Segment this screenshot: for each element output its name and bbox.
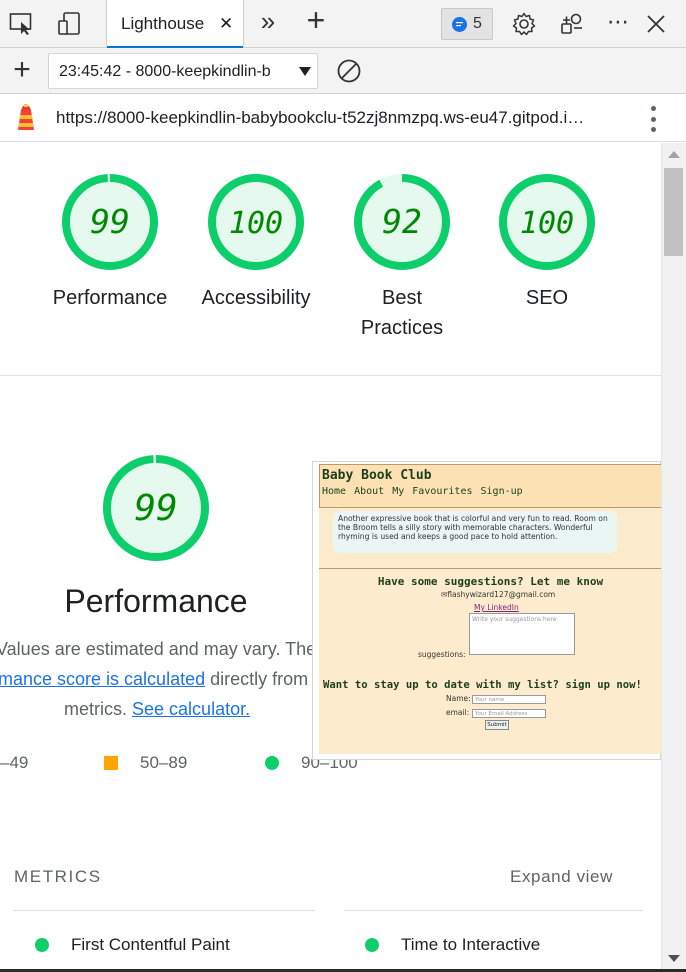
metric-time-to-interactive: Time to Interactive	[365, 935, 540, 955]
gauge-accessibility[interactable]: 100 Accessibility	[191, 173, 321, 313]
gauge-label: Best Practices	[360, 287, 444, 339]
screenshot-nav-links: Home About My Favourites Sign-up	[322, 486, 523, 497]
legend-fail: –49	[0, 753, 28, 773]
screenshot-email-label: email:	[446, 708, 470, 717]
gauge-label: Accessibility	[201, 287, 311, 309]
screenshot-textarea: Write your suggestions here	[469, 613, 575, 655]
performance-description-line2: mance score is calculated directly from …	[0, 669, 318, 690]
green-circle-icon	[265, 756, 279, 770]
orange-square-icon	[104, 756, 118, 770]
legend-average-range: 50–89	[140, 753, 188, 772]
screenshot-suggestions-label: suggestions:	[418, 650, 466, 659]
screenshot-divider	[319, 568, 661, 569]
gauge-best-practices[interactable]: 92 Best Practices	[337, 173, 467, 343]
customize-devtools-icon[interactable]	[558, 10, 586, 38]
metric-label: First Contentful Paint	[71, 935, 230, 954]
metric-divider	[13, 910, 315, 911]
report-url: https://8000-keepkindlin-babybookclu-t52…	[56, 108, 585, 127]
screenshot-email: ✉flashywizard127@gmail.com	[441, 590, 556, 599]
issues-count: 5	[473, 15, 482, 32]
dropdown-arrow-icon	[299, 67, 311, 76]
chat-bubble-icon	[452, 16, 468, 32]
screenshot-page: Baby Book Club Home About My Favourites …	[319, 464, 661, 754]
lighthouse-report: 99 Performance 100 Accessibility 92 Best…	[0, 143, 661, 972]
gauge-label: Performance	[52, 287, 168, 309]
gauge-ring: 92	[354, 174, 450, 270]
score-calculation-link[interactable]: mance score is calculated	[0, 669, 205, 689]
gauge-label: SEO	[525, 287, 569, 309]
settings-gear-icon[interactable]	[510, 10, 538, 38]
pass-circle-icon	[365, 938, 379, 952]
report-menu-icon[interactable]	[646, 106, 660, 132]
screenshot-suggest-heading: Have some suggestions? Let me know	[377, 575, 604, 588]
gauge-value: 100	[520, 206, 574, 241]
metric-divider	[344, 910, 643, 911]
lighthouse-toolbar: + 23:45:42 - 8000-keepkindlin-b	[0, 48, 686, 94]
performance-description-line3: metrics. See calculator.	[64, 699, 250, 720]
screenshot-name-label: Name:	[446, 694, 471, 703]
devtools-tab-strip: Lighthouse ✕ » + 5 ⋯	[0, 0, 686, 48]
final-screenshot[interactable]: Baby Book Club Home About My Favourites …	[312, 461, 661, 760]
report-url-bar: https://8000-keepkindlin-babybookclu-t52…	[0, 94, 686, 142]
scroll-up-arrow-icon[interactable]	[668, 151, 680, 158]
metric-label: Time to Interactive	[401, 935, 541, 954]
metrics-heading: METRICS	[14, 867, 102, 886]
clear-all-icon[interactable]	[335, 57, 363, 85]
close-devtools-icon[interactable]	[642, 10, 670, 38]
performance-score: 99	[134, 488, 177, 529]
close-tab-icon[interactable]: ✕	[219, 14, 233, 34]
new-report-icon[interactable]: +	[8, 53, 36, 86]
add-tab-icon[interactable]: +	[302, 2, 330, 38]
performance-title: Performance	[64, 583, 248, 619]
description-text: metrics.	[64, 699, 127, 719]
tab-lighthouse-label: Lighthouse	[121, 14, 205, 33]
device-toolbar-icon[interactable]	[56, 10, 84, 38]
gauge-ring: 100	[499, 174, 595, 270]
screenshot-signup-heading: Want to stay up to date with my list? si…	[323, 679, 642, 691]
screenshot-email-input: Your Email Address	[472, 709, 546, 718]
legend-fail-range: –49	[0, 753, 29, 772]
gauge-ring: 100	[208, 174, 304, 270]
screenshot-name-input: Your name	[472, 695, 546, 704]
gauge-value: 99	[90, 202, 130, 241]
report-select[interactable]: 23:45:42 - 8000-keepkindlin-b	[48, 53, 318, 89]
expand-view-button[interactable]: Expand view	[510, 867, 613, 887]
screenshot-submit: Submit	[485, 720, 509, 730]
see-calculator-link[interactable]: See calculator.	[132, 699, 250, 719]
gauge-performance[interactable]: 99 Performance	[45, 173, 175, 313]
screenshot-brand: Baby Book Club	[322, 468, 432, 483]
gauge-seo[interactable]: 100 SEO	[482, 173, 612, 313]
gauge-value: 92	[382, 202, 422, 241]
screenshot-book-card: Another expressive book that is colorful…	[333, 511, 617, 553]
section-divider	[0, 375, 661, 376]
more-tabs-icon[interactable]: »	[254, 6, 282, 36]
gauge-value: 100	[229, 206, 283, 241]
screenshot-navbar: Baby Book Club Home About My Favourites …	[319, 464, 661, 508]
pass-circle-icon	[35, 938, 49, 952]
lighthouse-logo-icon	[14, 104, 38, 137]
report-select-value: 23:45:42 - 8000-keepkindlin-b	[59, 63, 271, 80]
performance-gauge-large: 99	[101, 453, 211, 568]
inspect-element-icon[interactable]	[8, 10, 36, 38]
description-text: directly from t	[205, 669, 319, 689]
scroll-down-arrow-icon[interactable]	[668, 955, 680, 962]
vertical-scrollbar[interactable]	[661, 143, 686, 972]
more-menu-icon[interactable]: ⋯	[604, 8, 632, 36]
metric-first-contentful-paint: First Contentful Paint	[35, 935, 230, 955]
performance-description: Values are estimated and may vary. The	[0, 639, 317, 659]
issues-badge[interactable]: 5	[441, 8, 493, 40]
gauge-ring: 99	[62, 174, 158, 270]
legend-average: 50–89	[104, 753, 187, 773]
tab-lighthouse[interactable]: Lighthouse ✕	[106, 0, 244, 48]
scrollbar-thumb[interactable]	[664, 168, 683, 256]
screenshot-linkedin: My LinkedIn	[474, 603, 519, 612]
